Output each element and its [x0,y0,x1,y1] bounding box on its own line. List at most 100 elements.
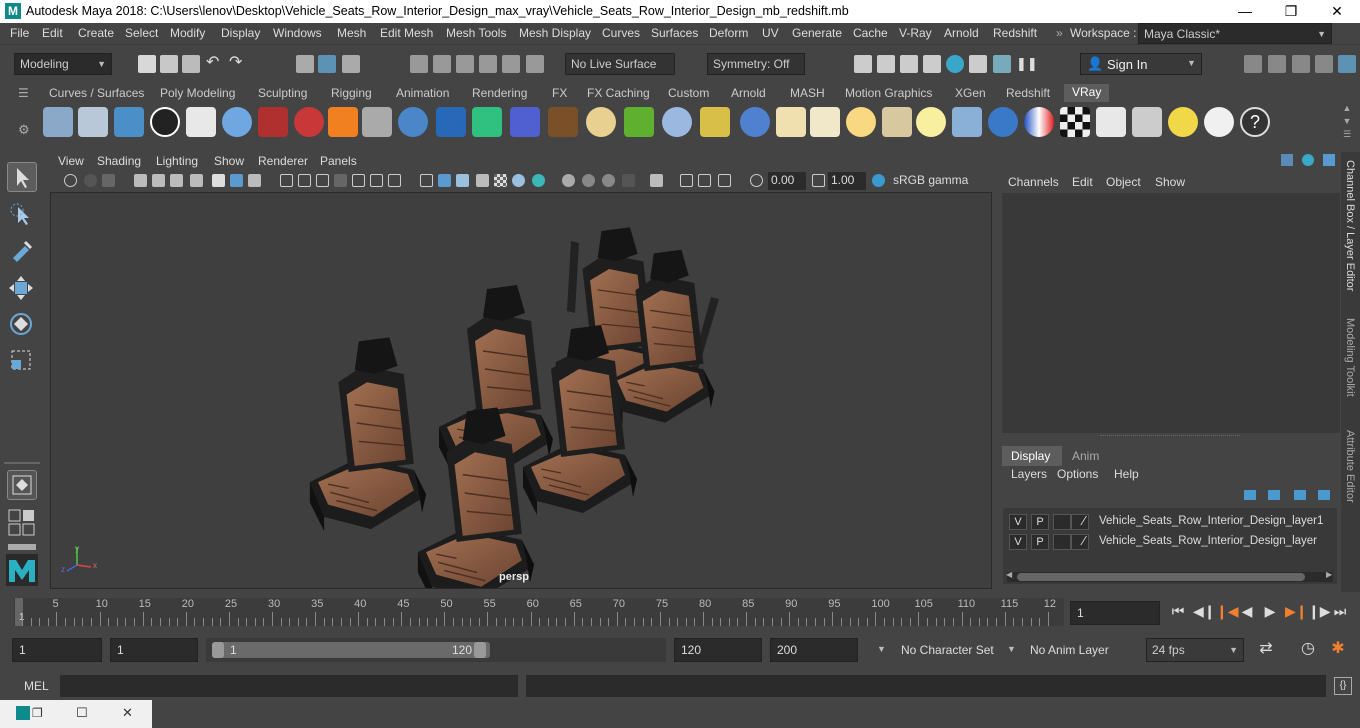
tab-redshift[interactable]: Redshift [1006,86,1050,100]
play-forwards-icon[interactable]: ▶ [1262,603,1278,619]
current-frame-field[interactable]: 1 [1070,601,1160,625]
menu-select[interactable]: Select [125,26,158,40]
menu-edit[interactable]: Edit [42,26,63,40]
range-start-handle[interactable] [212,642,224,658]
panel-menu-panels[interactable]: Panels [320,154,357,168]
maximize-icon[interactable]: ❐ [1268,0,1314,23]
shadows-icon[interactable] [512,174,525,187]
minimized-window[interactable]: ❐ ☐ ✕ [0,700,152,728]
vray-ies-light-icon[interactable] [882,107,912,137]
redo-icon[interactable]: ↷ [229,55,247,73]
vray-wood-icon[interactable] [548,107,578,137]
film-gate-icon[interactable] [298,174,311,187]
menu-uv[interactable]: UV [762,26,779,40]
tool-toggle-icon[interactable] [1323,154,1335,166]
go-to-start-icon[interactable]: ⏮ [1170,603,1186,619]
tab-arnold[interactable]: Arnold [731,86,766,100]
vray-omni-light-icon[interactable] [916,107,946,137]
select-component-icon[interactable] [342,55,360,73]
new-layer-icon[interactable] [1294,490,1306,500]
menu-create[interactable]: Create [78,26,114,40]
isolate-select-icon[interactable] [622,174,635,187]
menu-deform[interactable]: Deform [709,26,748,40]
paint-select-icon[interactable] [7,236,37,266]
new-layer-selected-icon[interactable] [1318,490,1330,500]
channel-menu-show[interactable]: Show [1155,175,1185,189]
layer-menu-options[interactable]: Options [1057,467,1098,481]
channel-menu-object[interactable]: Object [1106,175,1141,189]
transform-icon[interactable] [230,174,243,187]
attribute-toggle-icon[interactable] [1302,154,1314,166]
layer-menu-help[interactable]: Help [1114,467,1139,481]
menu-curves[interactable]: Curves [602,26,640,40]
layer-color-swatch[interactable] [1071,534,1089,550]
channel-toggle-icon[interactable] [1281,154,1293,166]
vray-render-settings-icon[interactable] [43,107,73,137]
script-language-label[interactable]: MEL [24,679,49,693]
vray-stripes-icon[interactable] [510,107,540,137]
scrollbar-thumb[interactable] [1017,573,1305,581]
vray-camera-icon[interactable] [258,107,288,137]
ambient-occlusion-icon[interactable] [532,174,545,187]
select-object-icon[interactable] [318,55,336,73]
side-tab-attribute-editor[interactable]: Attribute Editor [1344,430,1356,503]
vray-frame-icon[interactable] [1096,107,1126,137]
side-tab-channel-box[interactable]: Channel Box / Layer Editor [1344,160,1356,291]
tab-anim[interactable]: Anim [1072,449,1099,463]
command-input[interactable] [60,675,518,697]
panel-menu-renderer[interactable]: Renderer [258,154,308,168]
menu-generate[interactable]: Generate [792,26,842,40]
tab-animation[interactable]: Animation [396,86,449,100]
snap-grid-icon[interactable] [410,55,428,73]
layer-visibility-toggle[interactable]: V [1009,534,1027,550]
image-plane-icon[interactable] [134,174,147,187]
safe-action-icon[interactable] [370,174,383,187]
loop-icon[interactable]: ⇄ [1258,641,1274,657]
channel-box-icon[interactable] [1338,55,1356,73]
chevron-down-icon[interactable]: ▼ [1007,644,1016,654]
textured-icon[interactable] [476,174,489,187]
tab-fx[interactable]: FX [552,86,567,100]
perspective-viewport[interactable]: y x z persp [50,192,992,589]
menu-edit-mesh[interactable]: Edit Mesh [380,26,433,40]
move-tool-icon[interactable] [7,274,37,304]
layer-visibility-toggle[interactable]: V [1009,514,1027,530]
camera-icon[interactable] [190,174,203,187]
hypershade-icon[interactable] [946,55,964,73]
layer-horizontal-scrollbar[interactable]: ◀ ▶ [1006,570,1333,582]
vray-frame-buffer-icon[interactable] [993,55,1011,73]
grid-toggle-icon[interactable] [280,174,293,187]
snap-point-icon[interactable] [456,55,474,73]
exposure-icon[interactable] [750,174,763,187]
channel-box-area[interactable] [1002,193,1340,433]
vray-rect-light-icon[interactable] [952,107,982,137]
tab-custom[interactable]: Custom [668,86,709,100]
menu-surfaces[interactable]: Surfaces [651,26,698,40]
move-layer-up-icon[interactable] [1244,490,1256,500]
motion-blur-icon[interactable] [562,174,575,187]
open-scene-icon[interactable] [160,55,178,73]
vray-bulb-icon[interactable] [1168,107,1198,137]
wireframe-icon[interactable] [420,174,433,187]
playback-end-field[interactable]: 120 [674,638,762,662]
scroll-right-icon[interactable]: ▶ [1326,570,1332,579]
character-set-field[interactable]: No Character Set [894,638,998,662]
outliner-icon[interactable] [1315,55,1333,73]
step-back-frame-icon[interactable]: ◀❙ [1193,603,1216,619]
grease-pencil-icon[interactable] [170,174,183,187]
vray-table-icon[interactable] [1132,107,1162,137]
tab-motion-graphics[interactable]: Motion Graphics [845,86,932,100]
range-end-handle[interactable] [474,642,486,658]
quad-layout-icon[interactable] [8,508,36,536]
backface-culling-icon[interactable] [718,174,731,187]
render-view-icon[interactable] [969,55,987,73]
gate-mask-icon[interactable] [334,174,347,187]
pause-icon[interactable]: ❚❚ [1016,55,1038,73]
vray-grass-icon[interactable] [624,107,654,137]
maximize-icon[interactable]: ☐ [76,705,88,721]
vray-dome-icon[interactable] [398,107,428,137]
chevron-down-icon[interactable]: ▼ [877,644,886,654]
tab-rigging[interactable]: Rigging [331,86,372,100]
vray-dome-light-icon[interactable] [776,107,806,137]
vray-ball-icon[interactable] [988,107,1018,137]
